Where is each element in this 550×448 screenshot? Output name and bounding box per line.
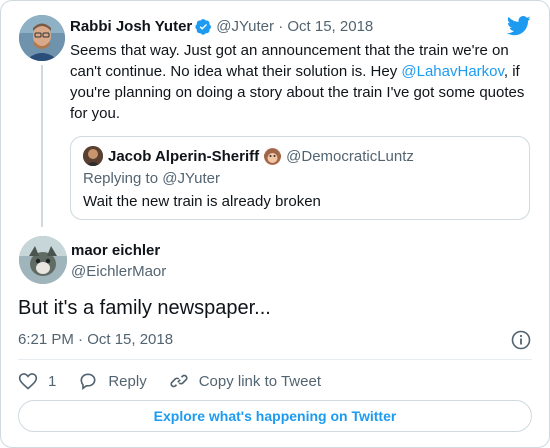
main-author-handle[interactable]: @EichlerMaor	[71, 263, 166, 280]
quoted-author-handle: @DemocraticLuntz	[286, 147, 414, 165]
meta-separator: ·	[274, 18, 288, 35]
heart-icon	[18, 373, 38, 390]
copy-link-label: Copy link to Tweet	[198, 372, 321, 390]
thread-connector-line	[41, 65, 43, 227]
main-author-name[interactable]: maor eichler	[71, 242, 160, 259]
reply-label: Reply	[108, 372, 147, 390]
tweet-actions: 1 Reply Copy link to Tweet	[18, 370, 343, 392]
copy-link-button[interactable]: Copy link to Tweet	[169, 371, 321, 391]
info-icon[interactable]	[511, 330, 531, 350]
main-author-avatar[interactable]	[19, 236, 67, 284]
link-icon	[170, 374, 188, 388]
main-tweet-text: But it's a family newspaper...	[18, 297, 271, 319]
reply-button[interactable]: Reply	[78, 371, 147, 391]
mention-link[interactable]: @LahavHarkov	[401, 63, 504, 80]
twitter-bird-icon[interactable]	[506, 15, 531, 37]
monkey-emoji-icon	[263, 147, 282, 165]
quoted-tweet-text: Wait the new train is already broken	[83, 193, 321, 210]
parent-tweet-header: Rabbi Josh Yuter @JYuter · Oct 15, 2018	[70, 18, 373, 35]
main-tweet-timestamp[interactable]: 6:21 PM · Oct 15, 2018	[18, 331, 173, 348]
like-button[interactable]: 1	[18, 371, 56, 391]
divider	[18, 359, 532, 360]
parent-author-handle[interactable]: @JYuter	[216, 18, 274, 35]
quoted-author-avatar	[83, 146, 103, 166]
verified-badge-icon	[195, 18, 212, 35]
quoted-tweet[interactable]: Jacob Alperin-Sheriff @DemocraticLuntz R…	[70, 136, 530, 220]
parent-author-avatar[interactable]	[19, 15, 65, 61]
parent-tweet-text: Seems that way. Just got an announcement…	[70, 40, 530, 124]
parent-tweet-date[interactable]: Oct 15, 2018	[287, 18, 373, 35]
embedded-tweet-card: Rabbi Josh Yuter @JYuter · Oct 15, 2018 …	[0, 0, 550, 448]
reply-bubble-icon	[80, 373, 96, 390]
quoted-tweet-header: Jacob Alperin-Sheriff @DemocraticLuntz	[83, 146, 414, 166]
parent-author-name[interactable]: Rabbi Josh Yuter	[70, 18, 192, 35]
quoted-author-name: Jacob Alperin-Sheriff	[108, 147, 260, 165]
explore-twitter-button[interactable]: Explore what's happening on Twitter	[18, 400, 532, 432]
replying-to-label: Replying to @JYuter	[83, 170, 220, 187]
like-count: 1	[48, 372, 57, 390]
